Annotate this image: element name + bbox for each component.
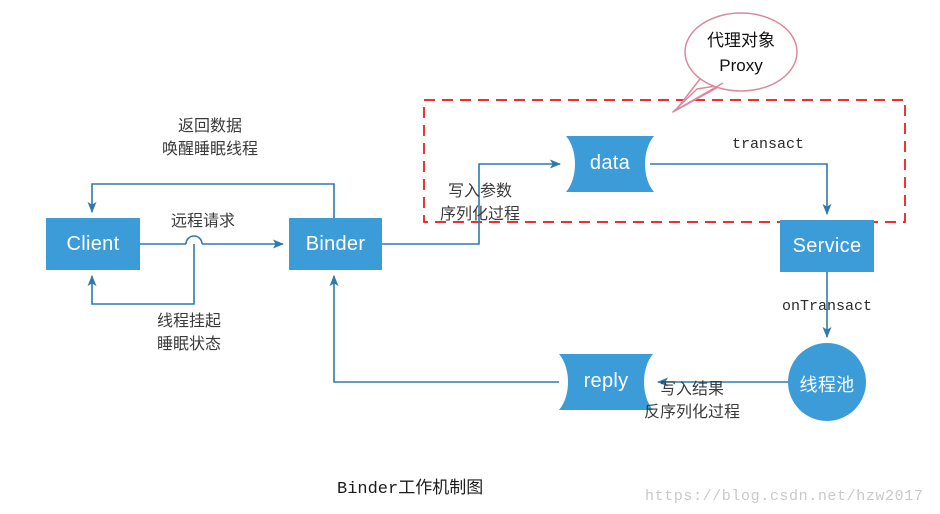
edge-label-return-data-2: 唤醒睡眠线程 [161,141,258,158]
edge-label-write-result-1: 写入结果 [659,381,724,398]
edge-label-write-params-2: 序列化过程 [439,206,520,223]
diagram-canvas: Client Binder data Service 线程池 reply 远程请… [0,0,940,514]
edge-label-transact: transact [731,136,804,153]
edge-data-to-service [650,163,832,216]
callout-label-line1: 代理对象 [707,31,775,50]
watermark: https://blog.csdn.net/hzw2017 [645,488,924,505]
diagram-graphics-layer [46,12,906,421]
callout-label-line2: Proxy [719,56,763,75]
edge-client-to-binder [140,235,285,249]
edge-label-thread-suspend-2: 睡眠状态 [156,336,221,353]
node-data[interactable] [566,136,654,192]
edge-label-on-transact: onTransact [781,298,872,315]
edge-label-return-data-1: 返回数据 [177,118,242,135]
edge-label-remote-request: 远程请求 [170,213,235,230]
edge-reply-to-binder [329,274,559,383]
node-client[interactable] [46,218,140,270]
edge-label-thread-suspend-1: 线程挂起 [156,313,221,330]
diagram-caption: Binder工作机制图 [337,480,484,499]
node-service[interactable] [780,220,874,272]
edge-label-write-params-1: 写入参数 [447,183,512,200]
node-threadpool[interactable] [788,343,866,421]
node-binder[interactable] [289,218,382,270]
edge-label-write-result-2: 反序列化过程 [643,404,740,421]
